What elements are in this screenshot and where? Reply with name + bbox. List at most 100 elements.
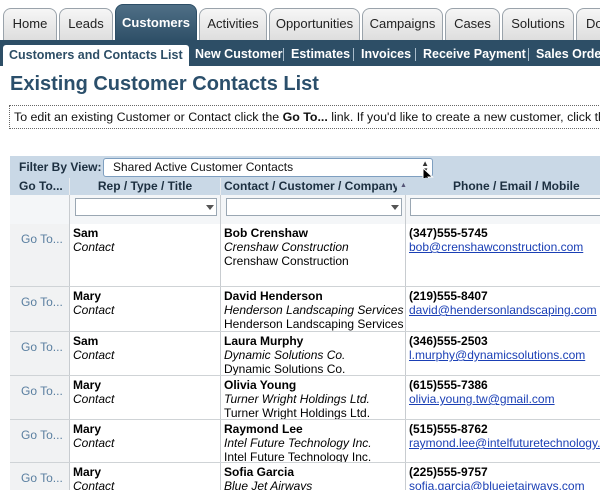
- goto-link[interactable]: Go To...: [21, 471, 63, 485]
- rep-filter-dropdown[interactable]: [75, 198, 217, 216]
- contact-cell: Sofia Garcia Blue Jet Airways: [221, 463, 406, 490]
- customer-name: Blue Jet Airways: [224, 479, 313, 490]
- table-row: Go To... Mary Contact Sofia Garcia Blue Je…: [10, 463, 600, 490]
- subnav-sales-order[interactable]: Sales Order: [536, 42, 600, 66]
- phone-cell: (225)555-9757 sofia.garcia@bluejetairways…: [406, 463, 600, 490]
- filter-bar: Filter By View: Shared Active Customer C…: [10, 156, 600, 178]
- hint-text: To edit an existing Customer or Contact …: [14, 110, 283, 124]
- phone-cell: (219)555-8407 david@hendersonlandscaping.…: [406, 287, 600, 331]
- filter-view-select[interactable]: Shared Active Customer Contacts ▲▼: [103, 158, 433, 177]
- rep-name: Sam: [73, 226, 99, 240]
- email-link[interactable]: bob@crenshawconstruction.com: [409, 240, 583, 254]
- main-tab-bar: Home Leads Customers Activities Opportun…: [0, 0, 600, 42]
- contacts-table: Filter By View: Shared Active Customer C…: [10, 156, 600, 490]
- column-divider: [405, 195, 406, 224]
- tab-solutions[interactable]: Solutions: [502, 8, 574, 40]
- record-type: Contact: [73, 303, 115, 317]
- contact-name: David Henderson: [224, 289, 323, 303]
- tab-customers[interactable]: Customers: [115, 4, 197, 42]
- column-header-phone[interactable]: Phone / Email / Mobile: [416, 178, 600, 195]
- rep-cell: Mary Contact: [70, 287, 221, 331]
- contact-filter-dropdown[interactable]: [226, 198, 402, 216]
- column-header-goto: Go To...: [10, 178, 69, 195]
- phone-cell: (615)555-7386 olivia.young.tw@gmail.com: [406, 376, 600, 419]
- phone-number: (347)555-5745: [409, 226, 488, 240]
- rep-cell: Sam Contact: [70, 224, 221, 286]
- column-header-rep[interactable]: Rep / Type / Title: [70, 178, 220, 195]
- subnav-receive-payment[interactable]: Receive Payment: [423, 42, 526, 66]
- tab-cases[interactable]: Cases: [445, 8, 500, 40]
- goto-link[interactable]: Go To...: [21, 295, 63, 309]
- company-name: Turner Wright Holdings Ltd.: [224, 406, 371, 419]
- column-divider: [220, 195, 221, 224]
- table-row: Go To... Mary Contact Raymond Lee Intel Fu…: [10, 420, 600, 463]
- instruction-box: To edit an existing Customer or Contact …: [9, 105, 600, 129]
- email-link[interactable]: raymond.lee@intelfuturetechnology.c: [409, 436, 600, 450]
- goto-link[interactable]: Go To...: [21, 384, 63, 398]
- page-title: Existing Customer Contacts List: [10, 73, 319, 95]
- customer-name: Dynamic Solutions Co.: [224, 348, 346, 362]
- filter-label: Filter By View:: [19, 160, 102, 174]
- goto-cell: Go To...: [10, 287, 70, 331]
- phone-number: (219)555-8407: [409, 289, 488, 303]
- subnav-separator: [415, 48, 416, 61]
- contact-name: Olivia Young: [224, 378, 297, 392]
- subnav-invoices[interactable]: Invoices: [361, 42, 411, 66]
- customer-name: Intel Future Technology Inc.: [224, 436, 372, 450]
- table-row: Go To... Sam Contact Laura Murphy Dynamic …: [10, 332, 600, 376]
- email-link[interactable]: david@hendersonlandscaping.com: [409, 303, 597, 317]
- goto-link[interactable]: Go To...: [21, 428, 63, 442]
- customer-name: Crenshaw Construction: [224, 240, 349, 254]
- rep-cell: Mary Contact: [70, 420, 221, 462]
- table-row: Go To... Sam Contact Bob Crenshaw Crenshaw…: [10, 224, 600, 287]
- email-link[interactable]: sofia.garcia@bluejetairways.com: [409, 479, 585, 490]
- phone-cell: (346)555-2503 l.murphy@dynamicsolutions.c…: [406, 332, 600, 375]
- record-type: Contact: [73, 240, 115, 254]
- rep-name: Sam: [73, 334, 99, 348]
- filter-selected-value: Shared Active Customer Contacts: [113, 160, 294, 174]
- column-header-contact[interactable]: Contact / Customer / Company: [221, 178, 416, 195]
- goto-cell: Go To...: [10, 332, 70, 375]
- company-name: Henderson Landscaping Services: [224, 317, 404, 331]
- tab-activities[interactable]: Activities: [199, 8, 267, 40]
- record-type: Contact: [73, 392, 115, 406]
- goto-cell: Go To...: [10, 463, 70, 490]
- rep-cell: Mary Contact: [70, 376, 221, 419]
- tab-home[interactable]: Home: [3, 8, 57, 40]
- phone-filter-input[interactable]: [410, 198, 600, 216]
- tab-opportunities[interactable]: Opportunities: [269, 8, 360, 40]
- phone-number: (515)555-8762: [409, 422, 488, 436]
- contact-cell: Raymond Lee Intel Future Technology Inc. I…: [221, 420, 406, 462]
- goto-link[interactable]: Go To...: [21, 340, 63, 354]
- contact-name: Sofia Garcia: [224, 465, 295, 479]
- phone-cell: (515)555-8762 raymond.lee@intelfuturetech…: [406, 420, 600, 462]
- record-type: Contact: [73, 436, 115, 450]
- email-link[interactable]: l.murphy@dynamicsolutions.com: [409, 348, 585, 362]
- email-link[interactable]: olivia.young.tw@gmail.com: [409, 392, 555, 406]
- column-divider: [69, 195, 70, 224]
- rep-name: Mary: [73, 289, 102, 303]
- subnav-customers-contacts-list[interactable]: Customers and Contacts List: [3, 45, 189, 66]
- tab-campaigns[interactable]: Campaigns: [362, 8, 443, 40]
- sort-icon: ▲: [397, 178, 416, 195]
- subnav-separator: [283, 48, 284, 61]
- subnav-new-customer[interactable]: New Customer: [195, 42, 283, 66]
- dropdown-arrow-icon: [391, 205, 399, 210]
- table-row: Go To... Mary Contact David Henderson Hend…: [10, 287, 600, 332]
- contact-name: Laura Murphy: [224, 334, 304, 348]
- company-name: Intel Future Technology Inc.: [224, 450, 372, 462]
- phone-number: (346)555-2503: [409, 334, 488, 348]
- tab-leads[interactable]: Leads: [59, 8, 113, 40]
- phone-number: (225)555-9757: [409, 465, 488, 479]
- hint-goto-bold: Go To...: [282, 110, 328, 124]
- contact-name: Raymond Lee: [224, 422, 303, 436]
- subnav-estimates[interactable]: Estimates: [291, 42, 350, 66]
- tab-documents[interactable]: Do: [576, 8, 600, 40]
- rep-name: Mary: [73, 422, 102, 436]
- rep-cell: Mary Contact: [70, 463, 221, 490]
- phone-cell: (347)555-5745 bob@crenshawconstruction.co…: [406, 224, 600, 286]
- rep-name: Mary: [73, 378, 102, 392]
- sub-navigation: Customers and Contacts List New Customer…: [0, 42, 600, 66]
- goto-link[interactable]: Go To...: [21, 232, 63, 246]
- table-row: Go To... Mary Contact Olivia Young Turner …: [10, 376, 600, 420]
